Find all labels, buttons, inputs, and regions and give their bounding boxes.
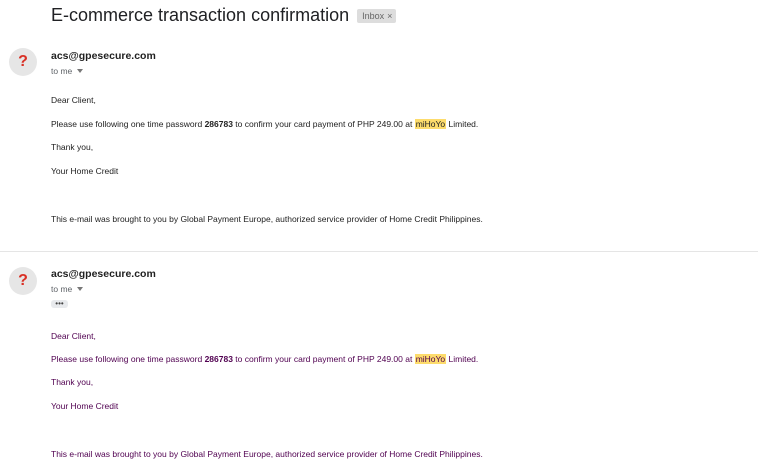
greeting-text: Dear Client, [51,331,96,341]
email-subject: E-commerce transaction confirmation [51,5,350,25]
show-trimmed-content-button[interactable]: ••• [51,300,68,308]
inbox-label-chip[interactable]: Inbox × [357,8,397,23]
email-message-2: ? acs@gpesecure.com to me ••• Dear Clien… [0,258,758,473]
show-details-caret-icon[interactable] [77,287,84,291]
unknown-sender-icon: ? [18,272,28,289]
recipient-text: to me [51,66,73,76]
footer-text: This e-mail was brought to you by Global… [51,214,483,224]
signature-text: Your Home Credit [51,401,119,411]
otp-instruction-line: Please use following one time password 2… [51,119,479,129]
sender-address[interactable]: acs@gpesecure.com [51,268,156,280]
footer-text: This e-mail was brought to you by Global… [51,449,483,459]
recipient-line[interactable]: to me [51,66,84,76]
email-message-1: ? acs@gpesecure.com to me Dear Client, P… [0,40,758,250]
message-divider [0,251,758,252]
merchant-highlight: miHoYo [414,119,447,129]
greeting-text: Dear Client, [51,95,96,105]
subject-row: E-commerce transaction confirmation Inbo… [51,5,397,26]
otp-code: 286783 [204,119,233,129]
merchant-highlight: miHoYo [414,354,447,364]
otp-instruction-line: Please use following one time password 2… [51,354,479,364]
otp-code: 286783 [204,354,233,364]
recipient-line[interactable]: to me [51,284,84,294]
sender-avatar[interactable]: ? [9,48,37,76]
remove-label-icon[interactable]: × [387,11,392,21]
thanks-text: Thank you, [51,377,94,387]
signature-text: Your Home Credit [51,166,119,176]
show-details-caret-icon[interactable] [77,69,84,73]
inbox-label-text: Inbox [362,10,385,21]
thanks-text: Thank you, [51,142,94,152]
unknown-sender-icon: ? [18,53,28,70]
sender-address[interactable]: acs@gpesecure.com [51,50,156,62]
recipient-text: to me [51,284,73,294]
sender-avatar[interactable]: ? [9,267,37,295]
